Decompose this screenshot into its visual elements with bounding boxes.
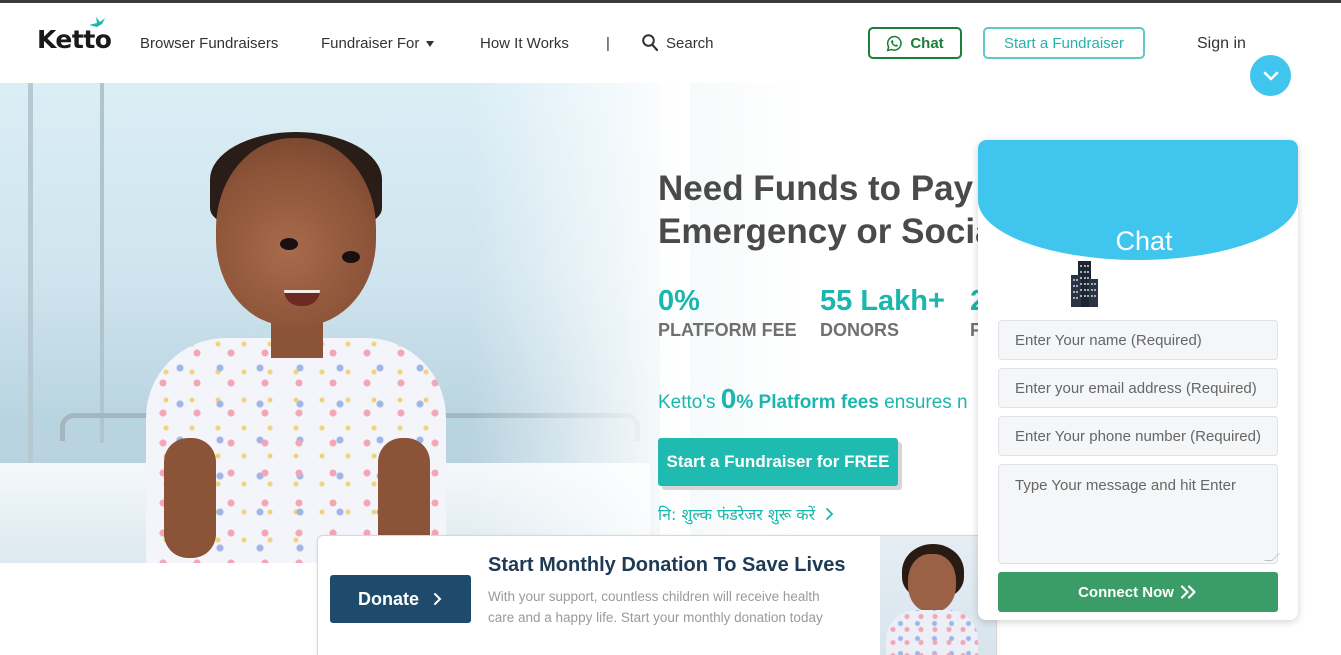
chat-phone-input[interactable] [998, 416, 1278, 456]
tagline-prefix: Ketto's [658, 392, 721, 413]
start-fundraiser-free-button[interactable]: Start a Fundraiser for FREE [658, 438, 898, 486]
hero-title: Need Funds to Pay Emergency or Socia [658, 167, 995, 253]
donate-button[interactable]: Donate [330, 575, 471, 623]
donation-card-title: Start Monthly Donation To Save Lives [488, 554, 846, 576]
hero-title-line2: Emergency or Socia [658, 212, 995, 251]
tagline-zero: 0 [720, 383, 737, 414]
caret-down-icon [426, 41, 435, 48]
nav-fundraiser-for[interactable]: Fundraiser For [321, 35, 435, 52]
donate-button-label: Donate [357, 588, 419, 609]
nav-separator: | [606, 35, 610, 52]
ketto-logo[interactable]: Ketto [37, 17, 112, 54]
stat-label-donors: DONORS [820, 320, 900, 340]
chat-button-label: Chat [910, 34, 944, 52]
site-header: Ketto Browser Fundraisers Fundraiser For… [0, 3, 1341, 83]
bird-icon [88, 16, 106, 34]
nav-how-it-works[interactable]: How It Works [480, 35, 569, 52]
hero-fade [470, 83, 690, 563]
nav-browse-fundraisers[interactable]: Browser Fundraisers [140, 35, 278, 52]
sign-in-link[interactable]: Sign in [1197, 35, 1246, 53]
hero-tagline: Ketto's 0% Platform fees ensures n [658, 383, 968, 415]
whatsapp-icon [886, 35, 903, 52]
stat-value-platform-fee: 0% [658, 285, 700, 317]
double-chevron-right-icon [1180, 585, 1196, 599]
stat-label-platform-fee: PLATFORM FEE [658, 320, 797, 340]
chat-email-input[interactable] [998, 368, 1278, 408]
tagline-bold: % Platform fees [736, 392, 879, 413]
chat-button[interactable]: Chat [868, 27, 962, 59]
chat-message-input[interactable] [998, 464, 1278, 564]
donation-card-text: With your support, countless children wi… [488, 589, 823, 625]
chevron-right-icon [826, 508, 834, 520]
chat-name-input[interactable] [998, 320, 1278, 360]
hindi-link-label: नि: शुल्क फंडरेजर शुरू करें [658, 505, 816, 524]
chevron-right-icon [434, 593, 442, 605]
connect-now-button[interactable]: Connect Now [998, 572, 1278, 612]
stat-value-donors: 55 Lakh+ [820, 285, 945, 317]
chevron-down-icon [1263, 71, 1278, 80]
chat-widget-title: Chat [1115, 226, 1173, 256]
building-icon [1071, 261, 1098, 307]
hero-child-image [146, 132, 446, 563]
search-link[interactable]: Search [666, 35, 714, 52]
start-fundraiser-button[interactable]: Start a Fundraiser [983, 27, 1145, 59]
hindi-start-fundraiser-link[interactable]: नि: शुल्क फंडरेजर शुरू करें [658, 503, 836, 525]
nav-fundraiser-for-label: Fundraiser For [321, 35, 420, 52]
monthly-donation-card: Donate Start Monthly Donation To Save Li… [317, 535, 997, 655]
chat-widget: Chat Connect Now [978, 140, 1298, 620]
collapse-chat-button[interactable] [1250, 55, 1291, 96]
hospital-pole [28, 83, 33, 503]
hospital-pole-2 [100, 83, 104, 443]
hero-title-line1: Need Funds to Pay [658, 169, 974, 208]
connect-now-label: Connect Now [1078, 583, 1174, 601]
search-icon[interactable] [642, 34, 658, 52]
tagline-suffix: ensures n [878, 392, 968, 413]
